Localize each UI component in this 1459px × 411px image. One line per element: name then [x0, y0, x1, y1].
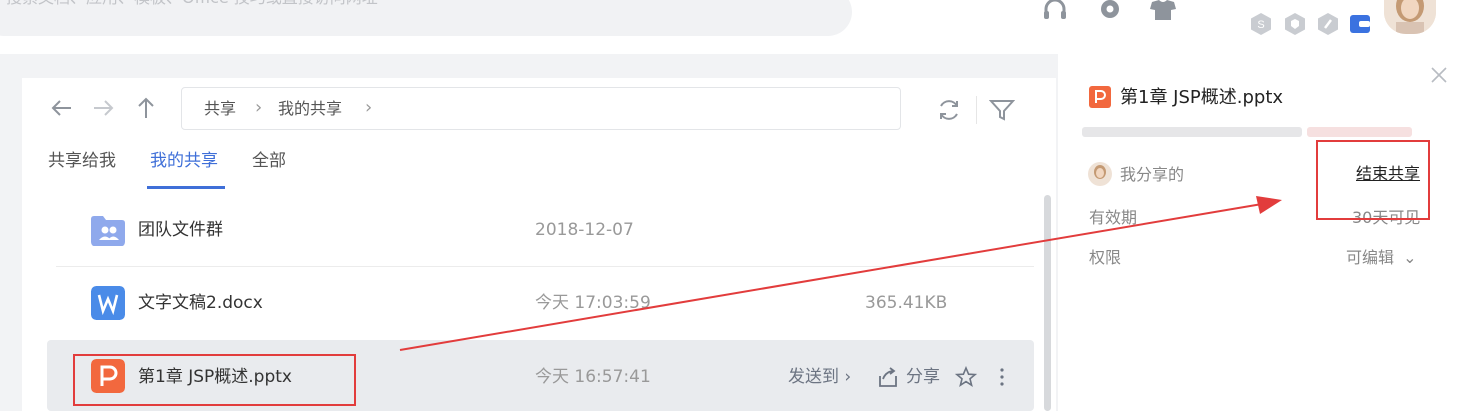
- highlight-box-end-share: [1316, 140, 1430, 220]
- active-tab-indicator: [147, 186, 225, 189]
- filter-icon[interactable]: [989, 97, 1015, 123]
- forward-arrow-icon[interactable]: [90, 95, 116, 121]
- wallet-icon[interactable]: [1350, 13, 1370, 35]
- permission-label: 权限: [1089, 248, 1122, 267]
- permission-value: 可编辑: [1346, 248, 1395, 267]
- word-doc-icon: [91, 286, 125, 320]
- up-arrow-icon[interactable]: [133, 95, 159, 121]
- file-size: 365.41KB: [865, 293, 948, 313]
- file-date: 2018-12-07: [535, 220, 634, 240]
- validity-label: 有效期: [1089, 208, 1138, 227]
- file-date: 今天 16:57:41: [535, 367, 651, 387]
- scrollbar[interactable]: [1044, 195, 1051, 411]
- refresh-icon[interactable]: [936, 97, 962, 123]
- toolbar-divider: [976, 96, 977, 124]
- chevron-right-icon: ›: [839, 367, 852, 387]
- badge-s-icon[interactable]: S: [1251, 13, 1271, 35]
- close-icon[interactable]: [1430, 66, 1448, 84]
- badge-pen-icon[interactable]: [1318, 13, 1338, 35]
- badge-shield-icon[interactable]: [1285, 13, 1305, 35]
- more-vertical-icon[interactable]: [996, 366, 1008, 388]
- top-bar: 搜索文档、应用、模板、Office 技巧或直接访问网址 S: [0, 0, 1459, 54]
- send-to-button[interactable]: 发送到 ›: [788, 366, 851, 388]
- chevron-right-icon: ›: [365, 97, 373, 118]
- svg-text:S: S: [1257, 19, 1264, 31]
- breadcrumb[interactable]: 共享 › 我的共享 ›: [181, 87, 901, 130]
- share-button[interactable]: 分享: [906, 366, 940, 388]
- group-folder-icon: [91, 216, 125, 246]
- tab-my-shared[interactable]: 我的共享: [150, 150, 218, 172]
- star-icon[interactable]: [955, 366, 977, 388]
- detail-title: 第1章 JSP概述.pptx: [1120, 87, 1284, 108]
- gear-icon[interactable]: [1096, 0, 1124, 22]
- avatar[interactable]: [1384, 0, 1436, 34]
- blurred-text: [1082, 127, 1412, 137]
- shared-by-label: 我分享的: [1120, 165, 1185, 184]
- avatar: [1088, 162, 1112, 186]
- file-date: 今天 17:03:59: [535, 293, 651, 313]
- highlight-box-file: [73, 354, 356, 406]
- permission-dropdown[interactable]: 可编辑 ⌄: [1346, 248, 1417, 268]
- file-name: 文字文稿2.docx: [138, 293, 263, 313]
- row-divider: [56, 266, 1034, 267]
- ppt-icon: [1089, 86, 1111, 108]
- search-bar[interactable]: 搜索文档、应用、模板、Office 技巧或直接访问网址: [0, 0, 852, 36]
- breadcrumb-item-my-shared[interactable]: 我的共享: [278, 99, 342, 119]
- breadcrumb-item-shared[interactable]: 共享: [204, 99, 236, 119]
- tshirt-icon[interactable]: [1149, 0, 1177, 22]
- file-name: 团队文件群: [138, 220, 223, 240]
- send-to-label: 发送到: [788, 367, 839, 387]
- chevron-down-icon: ⌄: [1403, 248, 1417, 267]
- headset-icon[interactable]: [1041, 0, 1069, 22]
- chevron-right-icon: ›: [255, 97, 263, 118]
- tab-shared-with-me[interactable]: 共享给我: [48, 150, 116, 172]
- share-icon[interactable]: [877, 366, 899, 388]
- tab-all[interactable]: 全部: [252, 150, 286, 172]
- search-input[interactable]: 搜索文档、应用、模板、Office 技巧或直接访问网址: [6, 0, 378, 8]
- back-arrow-icon[interactable]: [49, 95, 75, 121]
